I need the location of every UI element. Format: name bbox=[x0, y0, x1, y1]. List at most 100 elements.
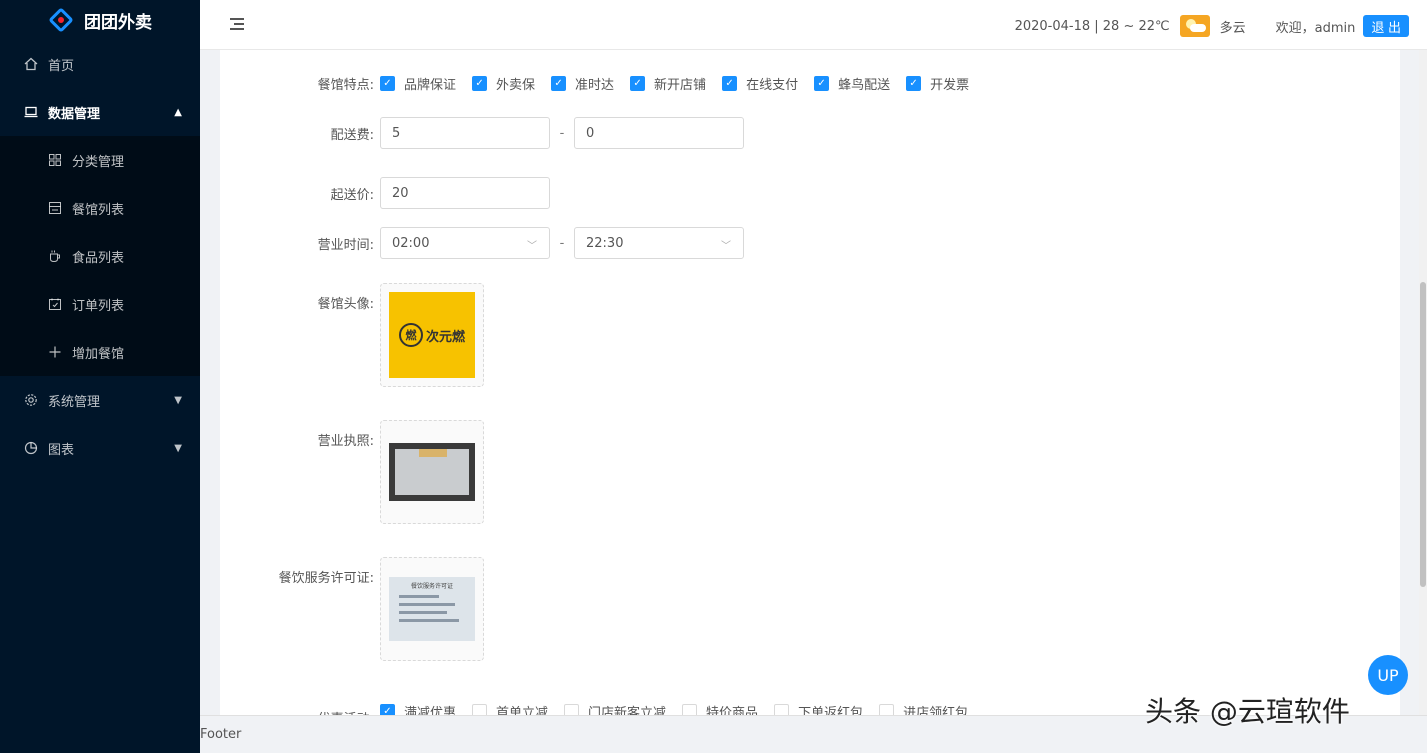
add-shop-form: 餐馆特点: ✓ 品牌保证 ✓ 外卖保 ✓ 准时达 ✓ 新开店铺 ✓ 在线支付 ✓ 蜂鸟配送 … bbox=[220, 50, 1400, 715]
page-scrollbar[interactable] bbox=[1419, 50, 1427, 715]
promotion-checkbox[interactable]: 特价商品 bbox=[682, 702, 758, 715]
business-license-image bbox=[389, 443, 475, 501]
sidebar-item-charts[interactable]: 图表 ▼ bbox=[0, 424, 200, 472]
feature-label: 品牌保证 bbox=[404, 78, 457, 93]
sidebar-item-order-list[interactable]: 订单列表 bbox=[0, 280, 200, 328]
promotion-checkbox[interactable]: 进店领红包 bbox=[879, 702, 968, 715]
plus-icon bbox=[48, 345, 62, 359]
promotion-label: 首单立减 bbox=[496, 706, 549, 715]
feature-label: 新开店铺 bbox=[654, 78, 707, 93]
sidebar-item-add-shop[interactable]: 增加餐馆 bbox=[0, 328, 200, 376]
sidebar-item-label: 增加餐馆 bbox=[72, 346, 125, 362]
feature-checkbox[interactable]: ✓ 品牌保证 bbox=[380, 74, 456, 93]
welcome-text: 欢迎，admin bbox=[1275, 20, 1356, 36]
min-price-row: 起送价: 20 bbox=[220, 177, 550, 209]
promotions-checkbox-group: ✓ 满减优惠 首单立减 门店新客立减 特价商品 下单返红包 进店领红包 bbox=[380, 702, 984, 715]
shop-avatar-image: 燃 次元燃 bbox=[389, 292, 475, 378]
permit-upload[interactable]: 餐饮服务许可证 bbox=[380, 557, 484, 661]
sidebar-item-data-management[interactable]: 数据管理 ▲ bbox=[0, 88, 200, 136]
sidebar-item-home[interactable]: 首页 bbox=[0, 40, 200, 88]
checkbox-checked-icon: ✓ bbox=[906, 76, 922, 91]
back-to-top-button[interactable]: UP bbox=[1368, 655, 1408, 695]
delivery-fee-to-input[interactable]: 0 bbox=[574, 117, 744, 149]
sidebar-item-label: 餐馆列表 bbox=[72, 202, 125, 218]
avatar-row: 餐馆头像: 燃 次元燃 bbox=[220, 283, 484, 387]
license-label: 营业执照: bbox=[317, 434, 374, 449]
header: 2020-04-18 | 28 ~ 22℃ 多云 欢迎，admin 退 出 bbox=[200, 0, 1427, 50]
permit-label: 餐饮服务许可证: bbox=[278, 571, 374, 586]
logout-button[interactable]: 退 出 bbox=[1363, 15, 1409, 37]
checkbox-checked-icon: ✓ bbox=[472, 76, 488, 91]
chevron-down-icon: ﹀ bbox=[527, 241, 537, 252]
feature-label: 蜂鸟配送 bbox=[838, 78, 891, 93]
select-value: 02:00 bbox=[392, 235, 430, 251]
min-price-label: 起送价: bbox=[330, 187, 374, 203]
range-separator: - bbox=[559, 125, 565, 141]
sidebar-item-food-list[interactable]: 食品列表 bbox=[0, 232, 200, 280]
sidebar-item-system-management[interactable]: 系统管理 ▼ bbox=[0, 376, 200, 424]
feature-checkbox[interactable]: ✓ 在线支付 bbox=[722, 74, 798, 93]
avatar-upload[interactable]: 燃 次元燃 bbox=[380, 283, 484, 387]
sidebar-item-label: 数据管理 bbox=[48, 106, 101, 122]
delivery-fee-row: 配送费: 5 - 0 bbox=[220, 117, 744, 149]
promotion-checkbox[interactable]: 下单返红包 bbox=[774, 702, 863, 715]
select-value: 22:30 bbox=[586, 235, 624, 251]
sidebar-item-label: 图表 bbox=[48, 442, 75, 458]
chevron-down-icon: ▼ bbox=[174, 394, 182, 406]
delivery-fee-from-input[interactable]: 5 bbox=[380, 117, 550, 149]
scrollbar-thumb[interactable] bbox=[1420, 282, 1426, 587]
feature-checkbox[interactable]: ✓ 蜂鸟配送 bbox=[814, 74, 890, 93]
watermark-text: 头条 @云瑄软件 bbox=[1145, 695, 1350, 728]
sidebar-item-label: 首页 bbox=[48, 58, 75, 74]
logo-text: 团团外卖 bbox=[84, 12, 152, 33]
order-icon bbox=[48, 297, 62, 311]
permit-title-text: 餐饮服务许可证 bbox=[411, 583, 454, 590]
chevron-down-icon: ▼ bbox=[174, 442, 182, 454]
weather-text: 多云 bbox=[1219, 20, 1246, 36]
checkbox-unchecked-icon bbox=[879, 704, 895, 715]
features-row: 餐馆特点: ✓ 品牌保证 ✓ 外卖保 ✓ 准时达 ✓ 新开店铺 ✓ 在线支付 ✓ 蜂鸟配送 … bbox=[220, 74, 985, 93]
checkbox-checked-icon: ✓ bbox=[380, 704, 395, 715]
sidebar-item-shop-list[interactable]: 餐馆列表 bbox=[0, 184, 200, 232]
laptop-icon bbox=[24, 105, 38, 119]
feature-checkbox[interactable]: ✓ 新开店铺 bbox=[630, 74, 706, 93]
brand-seal: 燃 bbox=[398, 323, 423, 347]
promotion-checkbox[interactable]: ✓ 满减优惠 bbox=[380, 702, 456, 715]
feature-checkbox[interactable]: ✓ 开发票 bbox=[906, 74, 969, 93]
sidebar: 团团外卖 首页 数据管理 ▲ 分类管理 餐馆列表 食品列表 订单列表 增加餐馆 … bbox=[0, 0, 200, 753]
sidebar-item-label: 系统管理 bbox=[48, 394, 101, 410]
promotion-checkbox[interactable]: 首单立减 bbox=[472, 702, 548, 715]
range-separator: - bbox=[559, 235, 565, 251]
shop-icon bbox=[48, 201, 62, 215]
start-time-select[interactable]: 02:00 ﹀ bbox=[380, 227, 550, 259]
feature-label: 外卖保 bbox=[496, 78, 536, 93]
feature-label: 开发票 bbox=[930, 78, 970, 93]
promotion-label: 满减优惠 bbox=[404, 706, 457, 715]
gear-icon bbox=[24, 393, 38, 407]
grid-icon bbox=[48, 153, 62, 167]
checkbox-checked-icon: ✓ bbox=[551, 76, 567, 91]
checkbox-checked-icon: ✓ bbox=[814, 76, 830, 91]
promotion-checkbox[interactable]: 门店新客立减 bbox=[564, 702, 666, 715]
promotion-label: 门店新客立减 bbox=[588, 706, 667, 715]
sidebar-item-label: 订单列表 bbox=[72, 298, 125, 314]
business-hours-row: 营业时间: 02:00 ﹀ - 22:30 ﹀ bbox=[220, 227, 744, 259]
min-price-input[interactable]: 20 bbox=[380, 177, 550, 209]
sidebar-item-category[interactable]: 分类管理 bbox=[0, 136, 200, 184]
feature-label: 在线支付 bbox=[746, 78, 799, 93]
feature-label: 准时达 bbox=[575, 78, 615, 93]
menu-fold-icon[interactable] bbox=[230, 18, 244, 30]
checkbox-checked-icon: ✓ bbox=[380, 76, 395, 91]
sidebar-item-label: 分类管理 bbox=[72, 154, 125, 170]
feature-checkbox[interactable]: ✓ 准时达 bbox=[551, 74, 614, 93]
checkbox-checked-icon: ✓ bbox=[630, 76, 646, 91]
footer-text: Footer bbox=[200, 727, 242, 742]
end-time-select[interactable]: 22:30 ﹀ bbox=[574, 227, 744, 259]
avatar-label: 餐馆头像: bbox=[317, 297, 374, 312]
header-right: 2020-04-18 | 28 ~ 22℃ 多云 欢迎，admin 退 出 bbox=[1015, 14, 1409, 38]
logo-icon bbox=[48, 7, 74, 33]
pie-chart-icon bbox=[24, 441, 38, 455]
feature-checkbox[interactable]: ✓ 外卖保 bbox=[472, 74, 535, 93]
logo[interactable]: 团团外卖 bbox=[0, 0, 200, 40]
license-upload[interactable] bbox=[380, 420, 484, 524]
